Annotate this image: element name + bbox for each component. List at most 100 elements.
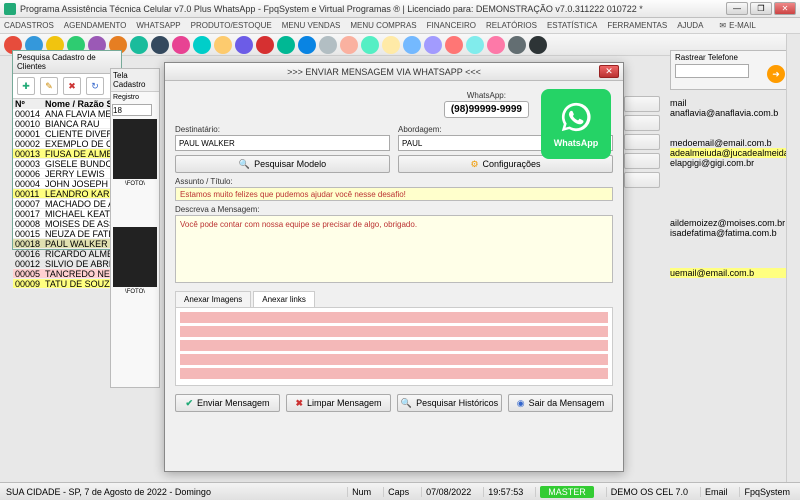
- history-label: Pesquisar Históricos: [416, 398, 498, 408]
- table-row[interactable]: 00007MACHADO DE ASSIS: [13, 199, 121, 209]
- menu-item[interactable]: AJUDA: [677, 21, 703, 30]
- exit-button[interactable]: ◉Sair da Mensagem: [508, 394, 613, 412]
- tab-attach-links[interactable]: Anexar links: [253, 291, 315, 307]
- toolbar-button[interactable]: [130, 36, 148, 54]
- toolbar-button[interactable]: [340, 36, 358, 54]
- toolbar-button[interactable]: [277, 36, 295, 54]
- config-label: Configurações: [483, 159, 541, 169]
- new-record-button[interactable]: ✚: [17, 77, 35, 95]
- check-icon: ✔: [185, 398, 193, 409]
- table-row[interactable]: 00016RICARDO ALMEIDA: [13, 249, 121, 259]
- menu-item[interactable]: PRODUTO/ESTOQUE: [191, 21, 272, 30]
- email-cell: [670, 128, 790, 138]
- track-phone-label: Rastrear Telefone: [671, 51, 789, 64]
- table-row[interactable]: 00015NEUZA DE FATIMA DA SI: [13, 229, 121, 239]
- table-row[interactable]: 00008MOISES DE ASSIS: [13, 219, 121, 229]
- toolbar-button[interactable]: [298, 36, 316, 54]
- dest-label: Destinatário:: [175, 125, 390, 134]
- search-icon: 🔍: [239, 159, 250, 170]
- table-row[interactable]: 00014ANA FLAVIA MEIRELLES: [13, 109, 121, 119]
- toolbar-button[interactable]: [319, 36, 337, 54]
- photo-2-caption: \FOTO\: [111, 289, 159, 295]
- table-row[interactable]: 00005TANCREDO NEVES: [13, 269, 121, 279]
- refresh-button[interactable]: ↻: [86, 77, 104, 95]
- link-row[interactable]: [180, 354, 608, 365]
- registro-input[interactable]: [112, 104, 152, 116]
- toolbar-button[interactable]: [508, 36, 526, 54]
- send-button[interactable]: ✔ Enviar Mensagem: [175, 394, 280, 412]
- track-phone-go-button[interactable]: ➜: [767, 65, 785, 83]
- table-row[interactable]: 00012SILVIO DE ABREU: [13, 259, 121, 269]
- table-row[interactable]: 00009TATU DE SOUZA: [13, 279, 121, 289]
- table-row[interactable]: 00018PAUL WALKER: [13, 239, 121, 249]
- status-email[interactable]: Email: [700, 487, 732, 497]
- toolbar-button[interactable]: [235, 36, 253, 54]
- vertical-scrollbar[interactable]: [786, 34, 800, 482]
- side-button[interactable]: [624, 153, 660, 169]
- toolbar-button[interactable]: [256, 36, 274, 54]
- menu-item[interactable]: MENU VENDAS: [282, 21, 341, 30]
- toolbar-button[interactable]: [193, 36, 211, 54]
- link-row[interactable]: [180, 326, 608, 337]
- menu-item[interactable]: WHATSAPP: [136, 21, 180, 30]
- toolbar-button[interactable]: [466, 36, 484, 54]
- side-button[interactable]: [624, 172, 660, 188]
- toolbar-button[interactable]: [487, 36, 505, 54]
- menu-item[interactable]: ESTATÍSTICA: [547, 21, 597, 30]
- table-row[interactable]: 00017MICHAEL KEATON: [13, 209, 121, 219]
- side-button[interactable]: [624, 96, 660, 112]
- toolbar-button[interactable]: [445, 36, 463, 54]
- email-column: mailanaflavia@anaflavia.com.bmedoemail@e…: [670, 98, 790, 278]
- status-date: 07/08/2022: [421, 487, 475, 497]
- toolbar-button[interactable]: [151, 36, 169, 54]
- send-label: Enviar Mensagem: [197, 398, 270, 408]
- table-row[interactable]: 00001CLIENTE DIVERSOS: [13, 129, 121, 139]
- table-row[interactable]: 00006JERRY LEWIS: [13, 169, 121, 179]
- toolbar-button[interactable]: [424, 36, 442, 54]
- side-button[interactable]: [624, 115, 660, 131]
- menu-item[interactable]: CADASTROS: [4, 21, 54, 30]
- clear-button[interactable]: ✖Limpar Mensagem: [286, 394, 391, 412]
- subject-field[interactable]: Estamos muito felizes que pudemos ajudar…: [175, 187, 613, 201]
- edit-record-button[interactable]: ✎: [40, 77, 58, 95]
- link-row[interactable]: [180, 368, 608, 379]
- menu-item[interactable]: AGENDAMENTO: [64, 21, 127, 30]
- status-sys: FpqSystem: [739, 487, 794, 497]
- email-cell: [670, 118, 790, 128]
- toolbar-button[interactable]: [403, 36, 421, 54]
- table-row[interactable]: 00011LEANDRO KARNAL: [13, 189, 121, 199]
- toolbar-button[interactable]: [172, 36, 190, 54]
- table-row[interactable]: 00010BIANCA RAU: [13, 119, 121, 129]
- message-label: Descreva a Mensagem:: [175, 205, 613, 214]
- panel-title: Pesquisa Cadastro de Clientes: [13, 51, 121, 74]
- toolbar-button[interactable]: [529, 36, 547, 54]
- search-model-button[interactable]: 🔍 Pesquisar Modelo: [175, 155, 390, 173]
- table-row[interactable]: 00002EXEMPLO DE CLIENTE: [13, 139, 121, 149]
- track-phone-input[interactable]: [675, 64, 749, 78]
- close-button[interactable]: ✕: [774, 2, 796, 15]
- minimize-button[interactable]: —: [726, 2, 748, 15]
- menu-item[interactable]: MENU COMPRAS: [350, 21, 416, 30]
- search-icon: 🔍: [401, 398, 412, 409]
- menu-item[interactable]: RELATÓRIOS: [486, 21, 537, 30]
- table-row[interactable]: 00004JOHN JOSEPH TRAVOLTA: [13, 179, 121, 189]
- maximize-button[interactable]: ❐: [750, 2, 772, 15]
- delete-record-button[interactable]: ✖: [63, 77, 81, 95]
- table-row[interactable]: 00003GISELE BUNDCHEN: [13, 159, 121, 169]
- toolbar-button[interactable]: [361, 36, 379, 54]
- history-button[interactable]: 🔍 Pesquisar Históricos: [397, 394, 502, 412]
- menu-email[interactable]: ✉ E-MAIL: [719, 21, 755, 30]
- toolbar-button[interactable]: [214, 36, 232, 54]
- email-cell: aildemoizez@moises.com.br: [670, 218, 790, 228]
- dest-input[interactable]: [175, 135, 390, 151]
- link-row[interactable]: [180, 312, 608, 323]
- side-button[interactable]: [624, 134, 660, 150]
- tab-attach-images[interactable]: Anexar Imagens: [175, 291, 251, 307]
- toolbar-button[interactable]: [382, 36, 400, 54]
- table-row[interactable]: 00013FIUSA DE ALMEIDA JUCA: [13, 149, 121, 159]
- menu-item[interactable]: FERRAMENTAS: [607, 21, 667, 30]
- menu-item[interactable]: FINANCEIRO: [427, 21, 476, 30]
- link-row[interactable]: [180, 340, 608, 351]
- message-textarea[interactable]: [175, 215, 613, 283]
- modal-close-button[interactable]: ✕: [599, 65, 619, 78]
